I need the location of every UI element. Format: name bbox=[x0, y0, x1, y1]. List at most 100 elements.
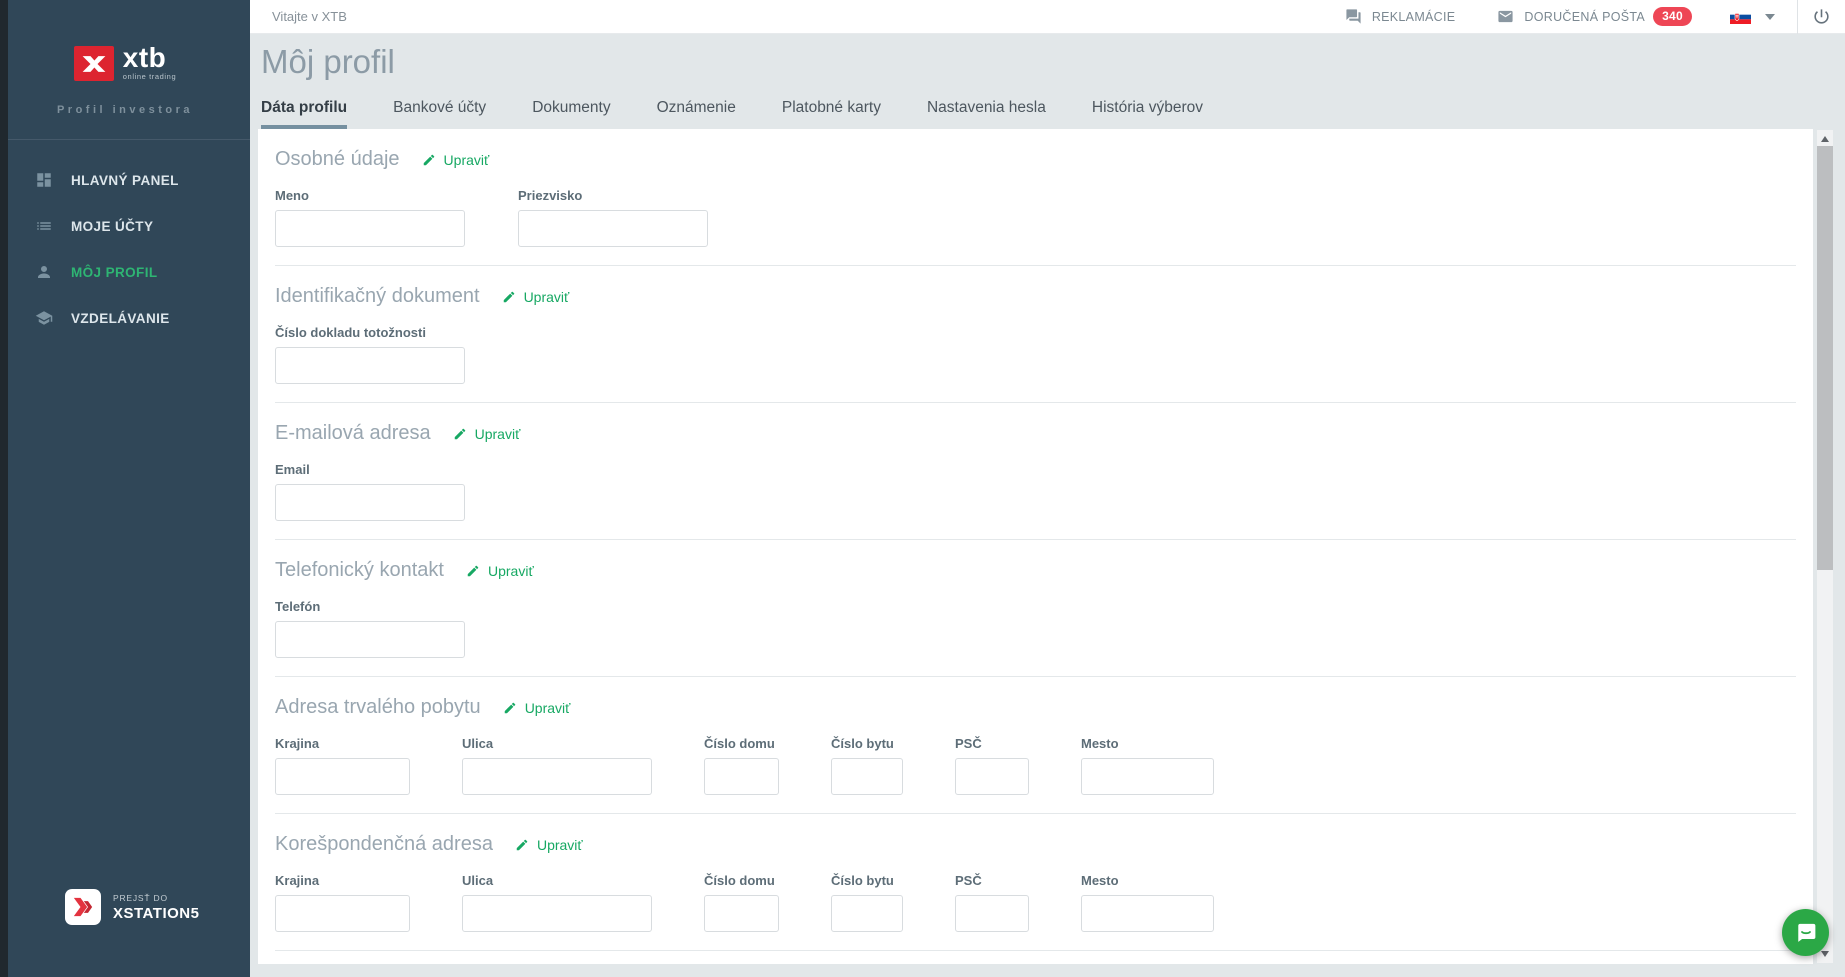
field-priezvisko: Priezvisko bbox=[518, 188, 708, 247]
education-icon bbox=[35, 309, 53, 327]
field-ulica: Ulica bbox=[462, 736, 652, 795]
scroll-up-arrow-icon[interactable] bbox=[1821, 136, 1829, 142]
sidebar-item-hlavny-panel[interactable]: HLAVNÝ PANEL bbox=[0, 157, 250, 203]
edit-osobne-udaje-button[interactable]: Upraviť bbox=[422, 151, 490, 168]
field-label: Mesto bbox=[1081, 736, 1119, 751]
power-icon bbox=[1814, 9, 1829, 24]
field-mesto: Mesto bbox=[1081, 736, 1214, 795]
xtb-logo-icon bbox=[73, 46, 114, 81]
tab-nastavenia-hesla[interactable]: Nastavenia hesla bbox=[927, 99, 1046, 129]
sidebar-nav: HLAVNÝ PANEL MOJE ÚČTY MÔJ PROFIL VZDELÁ… bbox=[0, 157, 250, 341]
sidebar: xtb online trading Profil investora HLAV… bbox=[0, 0, 250, 977]
trvaly-mesto-input[interactable] bbox=[1081, 758, 1214, 795]
xstation5-pre-label: PREJSŤ DO bbox=[113, 892, 168, 903]
field-label: Číslo domu bbox=[704, 873, 775, 888]
welcome-text: Vitajte v XTB bbox=[272, 9, 347, 24]
field-meno: Meno bbox=[275, 188, 465, 247]
main-area: Vitajte v XTB REKLAMÁCIE DORUČENÁ POŠTA … bbox=[250, 0, 1845, 977]
edit-telefonicky-kontakt-button[interactable]: Upraviť bbox=[466, 563, 534, 579]
priezvisko-input[interactable] bbox=[518, 210, 708, 247]
topbar-right: REKLAMÁCIE DORUČENÁ POŠTA 340 bbox=[1345, 0, 1845, 34]
field-label: Priezvisko bbox=[518, 188, 583, 203]
person-icon bbox=[35, 263, 53, 281]
section-korespondencna-adresa: Korešpondenčná adresa Upraviť Krajina Ul… bbox=[275, 814, 1796, 951]
section-telefonicky-kontakt: Telefonický kontakt Upraviť Telefón bbox=[275, 540, 1796, 677]
tab-platobne-karty[interactable]: Platobné karty bbox=[782, 99, 881, 129]
field-label: Ulica bbox=[462, 736, 494, 751]
field-cislo-bytu: Číslo bytu bbox=[831, 736, 903, 795]
edit-identifikacny-dokument-button[interactable]: Upraviť bbox=[502, 288, 570, 305]
vertical-scrollbar[interactable] bbox=[1817, 130, 1833, 963]
sidebar-item-vzdelavanie[interactable]: VZDELÁVANIE bbox=[0, 295, 250, 341]
trvaly-krajina-input[interactable] bbox=[275, 758, 410, 795]
korespondencna-cislo-domu-input[interactable] bbox=[704, 895, 779, 932]
scroll-down-arrow-icon[interactable] bbox=[1821, 951, 1829, 957]
sidebar-item-moj-profil[interactable]: MÔJ PROFIL bbox=[0, 249, 250, 295]
email-input[interactable] bbox=[275, 484, 465, 521]
scrollbar-thumb[interactable] bbox=[1817, 146, 1833, 570]
field-krajina: Krajina bbox=[275, 736, 410, 795]
language-selector[interactable] bbox=[1730, 9, 1775, 24]
field-psc: PSČ bbox=[955, 736, 1029, 795]
tab-data-profilu[interactable]: Dáta profilu bbox=[261, 99, 348, 129]
korespondencna-psc-input[interactable] bbox=[955, 895, 1029, 932]
section-title: Telefonický kontakt bbox=[275, 559, 444, 581]
field-label: Email bbox=[275, 462, 310, 477]
tab-oznamenie[interactable]: Oznámenie bbox=[657, 99, 736, 129]
edit-korespondencna-adresa-button[interactable]: Upraviť bbox=[515, 837, 583, 853]
korespondencna-cislo-bytu-input[interactable] bbox=[831, 895, 903, 932]
forum-icon bbox=[1346, 9, 1361, 24]
trvaly-ulica-input[interactable] bbox=[462, 758, 652, 795]
dashboard-icon bbox=[35, 171, 53, 189]
section-adresa-trvaleho-pobytu: Adresa trvalého pobytu Upraviť Krajina U… bbox=[275, 677, 1796, 814]
complaints-button[interactable]: REKLAMÁCIE bbox=[1345, 8, 1456, 25]
brand-tagline: online trading bbox=[122, 71, 177, 81]
slovak-flag-icon bbox=[1730, 9, 1751, 24]
edit-adresa-trvaleho-pobytu-button[interactable]: Upraviť bbox=[503, 700, 570, 716]
field-label: Ulica bbox=[462, 873, 494, 888]
trvaly-cislo-domu-input[interactable] bbox=[704, 758, 779, 795]
korespondencna-mesto-input[interactable] bbox=[1081, 895, 1214, 932]
korespondencna-ulica-input[interactable] bbox=[462, 895, 652, 932]
trvaly-cislo-bytu-input[interactable] bbox=[831, 758, 903, 795]
field-label: Krajina bbox=[275, 736, 320, 751]
section-title: Identifikačný dokument bbox=[275, 285, 480, 307]
section-osobne-udaje: Osobné údaje Upraviť Meno Priezvisko bbox=[275, 129, 1796, 266]
field-cislo-bytu: Číslo bytu bbox=[831, 873, 903, 932]
envelope-icon bbox=[1498, 10, 1514, 23]
trvaly-psc-input[interactable] bbox=[955, 758, 1029, 795]
cislo-dokladu-input[interactable] bbox=[275, 347, 465, 384]
section-emailova-adresa: E-mailová adresa Upraviť Email bbox=[275, 403, 1796, 540]
chat-widget-button[interactable] bbox=[1782, 909, 1829, 956]
brand-name: xtb bbox=[122, 42, 167, 74]
pencil-icon bbox=[423, 154, 434, 165]
tab-dokumenty[interactable]: Dokumenty bbox=[532, 99, 610, 129]
pencil-icon bbox=[503, 291, 514, 302]
logout-button[interactable] bbox=[1798, 7, 1845, 26]
field-label: PSČ bbox=[955, 736, 982, 751]
edit-label: Upraviť bbox=[523, 288, 570, 305]
sidebar-item-moje-ucty[interactable]: MOJE ÚČTY bbox=[0, 203, 250, 249]
field-psc: PSČ bbox=[955, 873, 1029, 932]
tab-bankove-ucty[interactable]: Bankové účty bbox=[393, 99, 486, 129]
telefon-input[interactable] bbox=[275, 621, 465, 658]
field-cislo-domu: Číslo domu bbox=[704, 873, 779, 932]
edit-label: Upraviť bbox=[443, 151, 490, 168]
section-identifikacny-dokument: Identifikačný dokument Upraviť Číslo dok… bbox=[275, 266, 1796, 403]
inbox-count-badge: 340 bbox=[1653, 7, 1692, 26]
korespondencna-krajina-input[interactable] bbox=[275, 895, 410, 932]
pencil-icon bbox=[504, 702, 515, 713]
field-label: Mesto bbox=[1081, 873, 1119, 888]
page-header: Môj profil Dáta profilu Bankové účty Dok… bbox=[250, 34, 1845, 129]
xstation5-link[interactable]: PREJSŤ DO XSTATION5 bbox=[65, 889, 199, 925]
inbox-label: DORUČENÁ POŠTA bbox=[1524, 9, 1646, 24]
field-cislo-domu: Číslo domu bbox=[704, 736, 779, 795]
edit-label: Upraviť bbox=[536, 836, 583, 853]
tab-historia-vyberov[interactable]: História výberov bbox=[1092, 99, 1203, 129]
pencil-icon bbox=[467, 565, 479, 576]
edit-emailova-adresa-button[interactable]: Upraviť bbox=[453, 426, 520, 442]
inbox-button[interactable]: DORUČENÁ POŠTA 340 bbox=[1497, 7, 1692, 26]
topbar: Vitajte v XTB REKLAMÁCIE DORUČENÁ POŠTA … bbox=[250, 0, 1845, 34]
meno-input[interactable] bbox=[275, 210, 465, 247]
brand-text: xtb online trading bbox=[122, 42, 177, 81]
